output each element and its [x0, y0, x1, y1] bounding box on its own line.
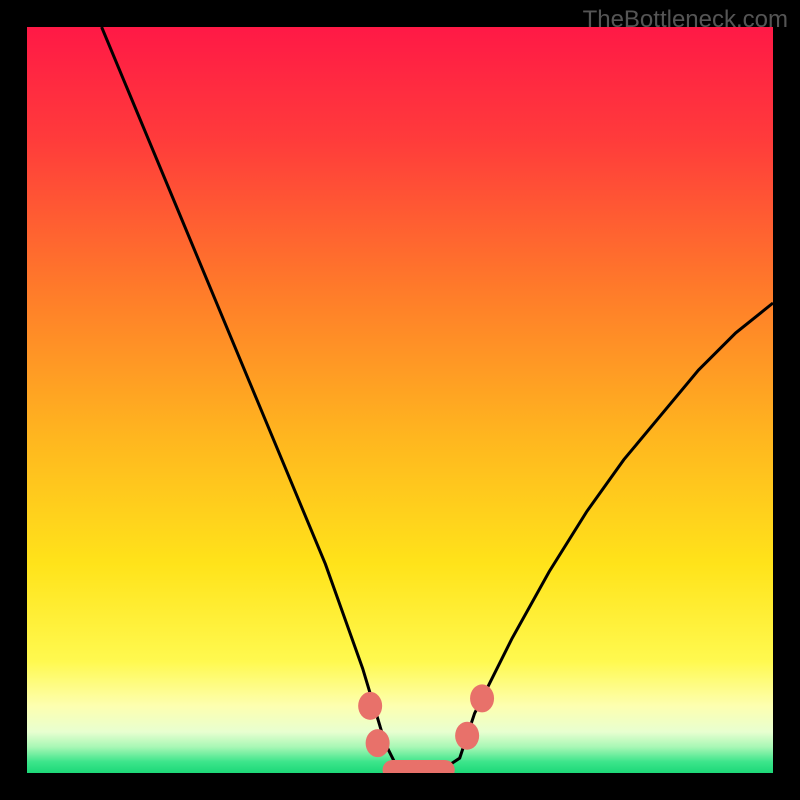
- bead-left-1: [358, 692, 382, 720]
- bead-right-2: [470, 684, 494, 712]
- watermark-text: TheBottleneck.com: [583, 6, 788, 34]
- curve-markers: [358, 684, 494, 773]
- bead-right-1: [455, 722, 479, 750]
- bottleneck-curve: [102, 27, 773, 773]
- chart-area: [27, 27, 773, 773]
- bead-left-2: [366, 729, 390, 757]
- curve-layer: [27, 27, 773, 773]
- flat-capsule: [383, 760, 455, 773]
